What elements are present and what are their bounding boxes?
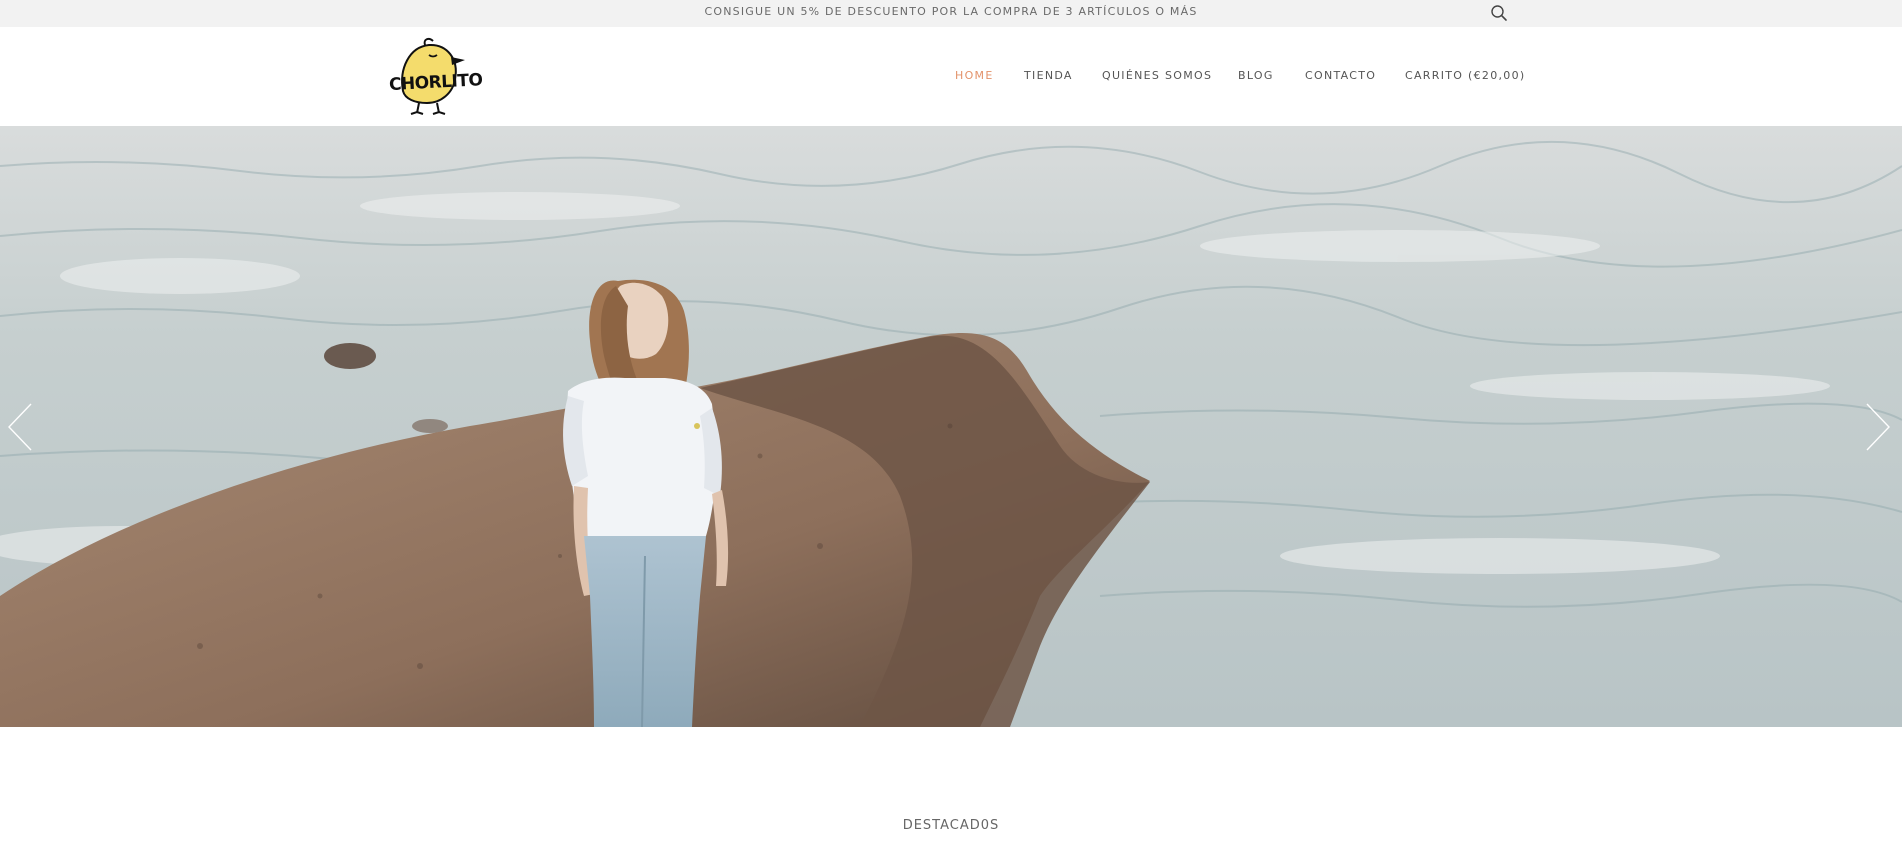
slideshow-next-button[interactable]	[1864, 402, 1892, 452]
announcement-text: CONSIGUE UN 5% DE DESCUENTO POR LA COMPR…	[704, 5, 1198, 18]
featured-section-title: DESTACAD0S	[902, 818, 1000, 833]
slideshow-prev-button[interactable]	[6, 402, 34, 452]
announcement-bar: CONSIGUE UN 5% DE DESCUENTO POR LA COMPR…	[0, 0, 1902, 27]
nav-item-carrito[interactable]: CARRITO (€20,00)	[1405, 69, 1525, 82]
main-nav: HOME TIENDA QUIÉNES SOMOS BLOG CONTACTO …	[0, 27, 1902, 126]
nav-item-quienes-somos[interactable]: QUIÉNES SOMOS	[1102, 69, 1212, 82]
nav-item-tienda[interactable]: TIENDA	[1024, 69, 1073, 82]
chevron-right-icon	[1866, 403, 1890, 451]
chevron-left-icon	[8, 403, 32, 451]
nav-item-blog[interactable]: BLOG	[1238, 69, 1274, 82]
nav-item-home[interactable]: HOME	[955, 69, 994, 82]
hero-image	[0, 126, 1902, 727]
search-icon	[1491, 5, 1507, 21]
search-button[interactable]	[1489, 3, 1509, 23]
nav-item-contacto[interactable]: CONTACTO	[1305, 69, 1376, 82]
site-header: CHORLITO HOME TIENDA QUIÉNES SOMOS BLOG …	[0, 27, 1902, 126]
hero-slideshow	[0, 126, 1902, 727]
